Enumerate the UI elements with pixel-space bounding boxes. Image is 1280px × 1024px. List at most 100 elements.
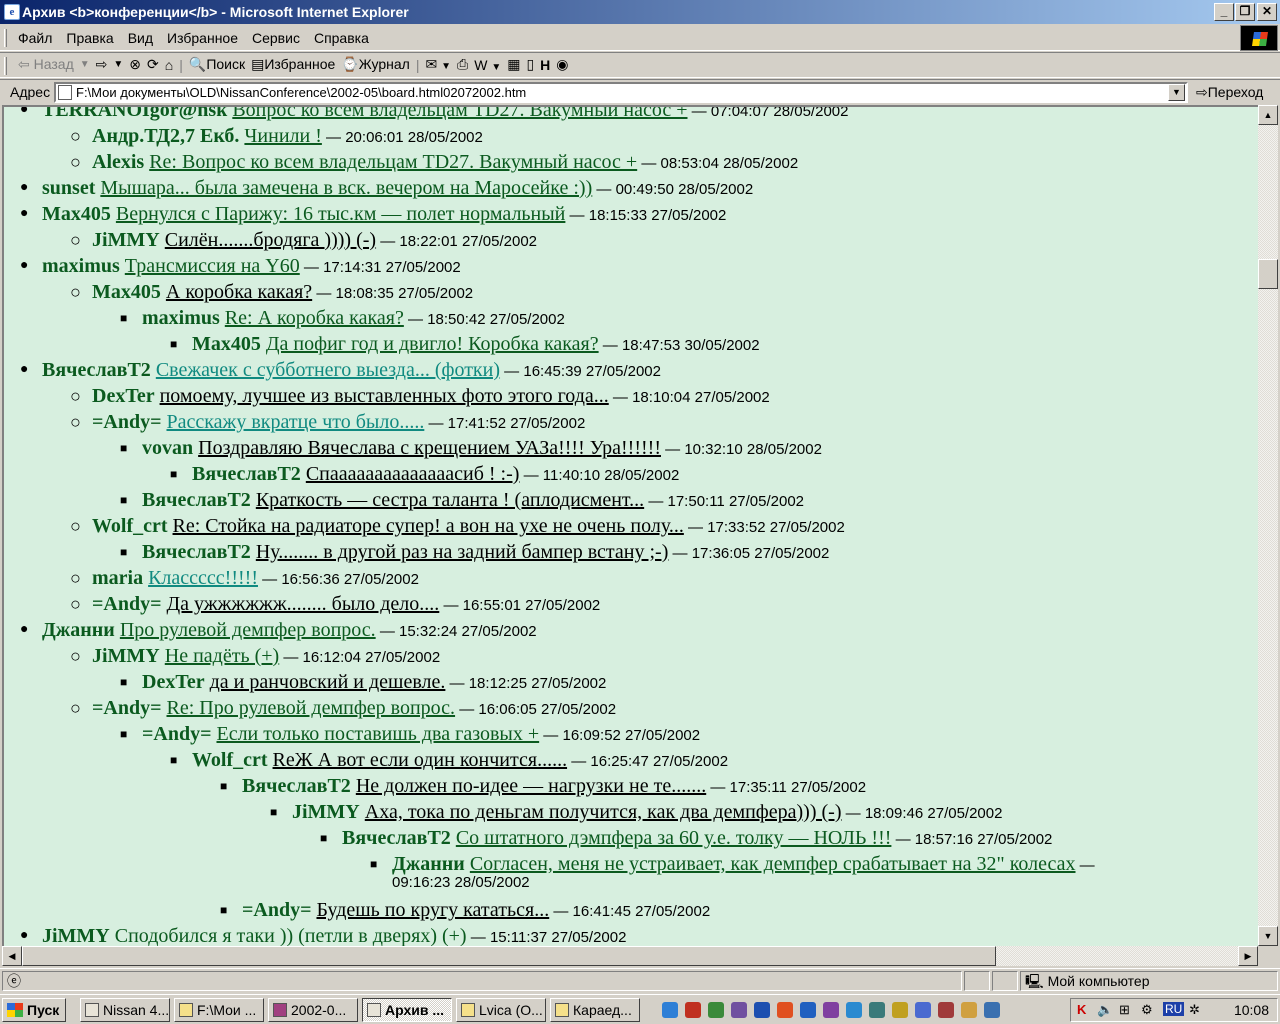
maximize-button[interactable]: ❐	[1235, 3, 1255, 21]
taskbar-button[interactable]: Караед...	[550, 998, 640, 1022]
menu-item-1[interactable]: Правка	[66, 30, 121, 46]
scroll-down-button[interactable]: ▼	[1258, 926, 1278, 946]
post-subject-link[interactable]: Со штатного дэмпфера за 60 у.е. толку — …	[456, 827, 892, 849]
home-button[interactable]: ⌂	[165, 57, 173, 73]
forward-button[interactable]: ⇨	[96, 56, 108, 73]
mail-button[interactable]: ✉ ▼	[425, 56, 451, 73]
toolbar-grip[interactable]	[4, 57, 7, 75]
post-subject-link[interactable]: Согласен, меня не устраивает, как демпфе…	[470, 853, 1076, 875]
edit-button[interactable]: W ▼	[474, 57, 501, 73]
post-subject-link[interactable]: Re: Про рулевой демпфер вопрос.	[166, 697, 455, 719]
quick-launch-icon[interactable]	[961, 1002, 977, 1018]
antivirus-icon[interactable]: K	[1077, 1002, 1086, 1017]
stop-button[interactable]: ⊗	[129, 56, 141, 73]
search-button[interactable]: 🔍Поиск	[189, 56, 245, 73]
vertical-scrollbar[interactable]: ▲ ▼	[1258, 105, 1278, 946]
post-subject-link[interactable]: А коробка какая?	[166, 281, 312, 303]
horizontal-scrollbar[interactable]: ◀ ▶	[2, 946, 1258, 966]
toolbar-grip[interactable]	[4, 29, 7, 47]
post-subject-link[interactable]: Вопрос ко всем владельцам TD27. Вакумный…	[232, 107, 687, 121]
post-subject-link[interactable]: Поздравляю Вячеслава с крещением УАЗа!!!…	[198, 437, 661, 459]
menu-item-0[interactable]: Файл	[18, 30, 60, 46]
post-subject-link[interactable]: Про рулевой демпфер вопрос.	[120, 619, 376, 641]
start-button[interactable]: Пуск	[2, 998, 66, 1022]
post-subject-link[interactable]: ReЖ А вот если один кончится......	[273, 749, 568, 771]
post-subject-link[interactable]: да и ранчовский и дешевле.	[210, 671, 446, 693]
language-indicator[interactable]: RU	[1163, 1002, 1185, 1016]
post-subject-link[interactable]: Будешь по кругу кататься...	[316, 899, 549, 921]
quick-launch-icon[interactable]	[754, 1002, 770, 1018]
post-subject-link[interactable]: Да ужжжжжж........ было дело....	[166, 593, 439, 615]
close-button[interactable]: ✕	[1257, 3, 1277, 21]
quick-launch-icon[interactable]	[823, 1002, 839, 1018]
scroll-thumb[interactable]	[1258, 259, 1278, 289]
minimize-button[interactable]: _	[1214, 3, 1234, 21]
quick-launch-icon[interactable]	[708, 1002, 724, 1018]
forward-dropdown-icon[interactable]: ▼	[113, 59, 123, 70]
post-subject-link[interactable]: Вернулся с Парижу: 16 тыс.км — полет нор…	[116, 203, 566, 225]
go-button[interactable]: ⇨Переход	[1196, 84, 1263, 101]
post-subject-link[interactable]: Re: А коробка какая?	[225, 307, 404, 329]
discuss-button[interactable]: ▦	[507, 56, 520, 73]
taskbar-button[interactable]: 2002-0...	[268, 998, 358, 1022]
back-dropdown-icon[interactable]: ▼	[80, 59, 90, 70]
menu-item-4[interactable]: Сервис	[252, 30, 308, 46]
print-button[interactable]: ⎙	[457, 56, 468, 73]
h-scroll-thumb[interactable]	[22, 946, 996, 966]
post-subject-link[interactable]: Re: Вопрос ко всем владельцам TD27. Ваку…	[149, 151, 637, 173]
post-subject-link[interactable]: Если только поставишь два газовых +	[216, 723, 539, 745]
taskbar-button[interactable]: Архив ...	[362, 998, 452, 1022]
quick-launch-icon[interactable]	[892, 1002, 908, 1018]
clock[interactable]: 10:08	[1234, 1002, 1269, 1018]
history-button[interactable]: ⌚Журнал	[341, 56, 410, 73]
messenger-button[interactable]: ▯	[526, 56, 534, 73]
taskbar-button[interactable]: F:\Мои ...	[174, 998, 264, 1022]
quick-launch-icon[interactable]	[938, 1002, 954, 1018]
post-subject-link[interactable]: Re: Стойка на радиаторе супер! а вон на …	[173, 515, 684, 537]
address-dropdown-button[interactable]: ▼	[1168, 84, 1185, 101]
post-subject-link[interactable]: Спаааааааааааааасиб ! :-)	[306, 463, 520, 485]
post-subject-link[interactable]: Мышара... была замечена в вск. вечером н…	[100, 177, 592, 199]
post-subject-link[interactable]: Не должен по-идее — нагрузки не те......…	[356, 775, 706, 797]
volume-icon[interactable]: 🔈	[1097, 1002, 1113, 1018]
post-subject-link[interactable]: Чинили !	[244, 125, 321, 147]
tray-app-icon[interactable]: ✲	[1189, 1002, 1200, 1018]
refresh-button[interactable]: ⟳	[147, 56, 159, 73]
settings-icon[interactable]: ⚙	[1141, 1002, 1153, 1018]
menu-item-5[interactable]: Справка	[314, 30, 377, 46]
address-input[interactable]: F:\Мои документы\OLD\NissanConference\20…	[54, 82, 1188, 103]
quick-launch-icon[interactable]	[777, 1002, 793, 1018]
network-icon[interactable]: ⊞	[1119, 1002, 1130, 1018]
quick-launch-icon[interactable]	[869, 1002, 885, 1018]
scroll-left-button[interactable]: ◀	[2, 946, 22, 966]
post-subject-link[interactable]: Расскажу вкратце что было.....	[166, 411, 424, 433]
title-bar[interactable]: e Архив <b>конференции</b> - Microsoft I…	[0, 0, 1280, 24]
post-subject-link[interactable]: Сподобился я таки )) (петли в дверях) (+…	[115, 925, 467, 946]
post-subject-link[interactable]: помоему, лучшее из выставленных фото это…	[160, 385, 609, 407]
menu-item-3[interactable]: Избранное	[167, 30, 246, 46]
post-subject-link[interactable]: Трансмиссия на Y60	[125, 255, 300, 277]
menu-item-2[interactable]: Вид	[128, 30, 161, 46]
quick-launch-icon[interactable]	[915, 1002, 931, 1018]
post-subject-link[interactable]: Краткость — сестра таланта ! (аплодисмен…	[256, 489, 644, 511]
addon-button[interactable]: ◉	[556, 56, 568, 73]
quick-launch-icon[interactable]	[984, 1002, 1000, 1018]
post-subject-link[interactable]: Аха, тока по деньгам получится, как два …	[365, 801, 842, 823]
quick-launch-icon[interactable]	[662, 1002, 678, 1018]
scroll-up-button[interactable]: ▲	[1258, 105, 1278, 125]
scroll-right-button[interactable]: ▶	[1238, 946, 1258, 966]
h-button[interactable]: H	[540, 57, 550, 73]
quick-launch-icon[interactable]	[685, 1002, 701, 1018]
post-subject-link[interactable]: Классссс!!!!!	[148, 567, 258, 589]
post-subject-link[interactable]: Силён.......бродяга )))) (-)	[165, 229, 376, 251]
taskbar-button[interactable]: Lvica (O...	[456, 998, 546, 1022]
taskbar-button[interactable]: Nissan 4...	[80, 998, 170, 1022]
post-subject-link[interactable]: Не падёть (+)	[165, 645, 279, 667]
quick-launch-icon[interactable]	[800, 1002, 816, 1018]
back-button[interactable]: ⇦ Назад	[18, 56, 74, 73]
post-subject-link[interactable]: Ну........ в другой раз на задний бампер…	[256, 541, 669, 563]
quick-launch-icon[interactable]	[731, 1002, 747, 1018]
post-subject-link[interactable]: Да пофиг год и двигло! Коробка какая?	[266, 333, 599, 355]
favorites-button[interactable]: ▤Избранное	[251, 56, 335, 73]
post-subject-link[interactable]: Свежачек с субботнего выезда... (фотки)	[156, 359, 500, 381]
